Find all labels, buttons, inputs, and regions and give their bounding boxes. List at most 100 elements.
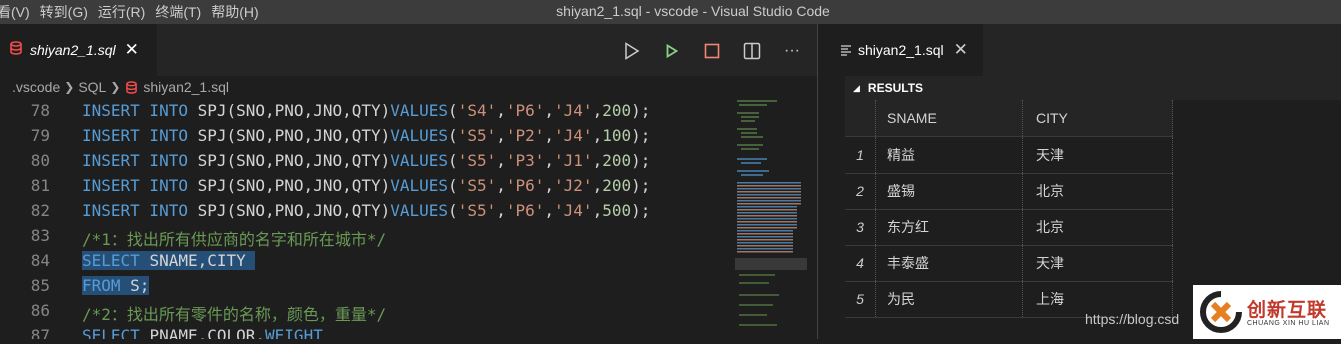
breadcrumb-file[interactable]: shiyan2_1.sql <box>143 79 229 95</box>
breadcrumb-vscode[interactable]: .vscode <box>12 79 60 95</box>
breadcrumb-sql[interactable]: SQL <box>78 79 106 95</box>
code-token: 200 <box>602 151 632 170</box>
run-query-icon[interactable] <box>652 40 692 62</box>
code-token: VALUES <box>390 126 449 145</box>
cell-city[interactable]: 天津 <box>1022 137 1173 173</box>
database-icon <box>126 80 138 94</box>
results-header-label: RESULTS <box>867 81 924 95</box>
code-token: 100 <box>602 126 632 145</box>
code-text: /*1：找出所有供应商的名字和所在城市*/ <box>82 226 386 250</box>
minimap[interactable] <box>735 98 807 339</box>
code-token: INSERT INTO <box>82 176 198 195</box>
code-line[interactable]: 78 INSERT INTO SPJ(SNO,PNO,JNO,QTY)VALUES… <box>0 98 730 123</box>
code-token: , <box>496 201 506 220</box>
table-row[interactable]: 1 精益 天津 <box>845 137 1173 174</box>
code-token: S; <box>130 276 150 295</box>
column-header-city[interactable]: CITY <box>1022 100 1173 136</box>
code-token: 'S5' <box>457 176 497 195</box>
close-icon[interactable]: ✕ <box>954 40 968 60</box>
code-token: ); <box>631 151 651 170</box>
run-outline-icon[interactable] <box>612 40 652 62</box>
cell-city[interactable]: 北京 <box>1022 173 1173 209</box>
code-line[interactable]: 87 SELECT PNAME,COLOR,WEIGHT <box>0 323 730 339</box>
line-number: 84 <box>30 251 50 270</box>
editor-tab-label: shiyan2_1.sql <box>30 42 116 58</box>
cell-sname[interactable]: 盛锡 <box>875 173 1022 209</box>
line-number: 83 <box>30 226 50 245</box>
code-line[interactable]: 80 INSERT INTO SPJ(SNO,PNO,JNO,QTY)VALUES… <box>0 148 730 173</box>
code-token: ( <box>448 176 458 195</box>
code-line[interactable]: 83 /*1：找出所有供应商的名字和所在城市*/ <box>0 223 730 250</box>
code-line[interactable]: 85 FROM S; <box>0 273 730 298</box>
line-number: 82 <box>30 201 50 220</box>
code-editor[interactable]: 78 INSERT INTO SPJ(SNO,PNO,JNO,QTY)VALUES… <box>0 98 730 339</box>
code-token: ( <box>448 201 458 220</box>
cell-sname[interactable]: 丰泰盛 <box>875 245 1022 281</box>
code-token: WEIGHT <box>265 326 323 339</box>
stop-icon[interactable] <box>692 40 732 62</box>
code-token: 'S5' <box>457 151 497 170</box>
code-token: VALUES <box>390 201 449 220</box>
watermark-logo: 创新互联 CHUANG XIN HU LIAN <box>1193 285 1341 339</box>
code-token: VALUES <box>390 101 449 120</box>
editor-tab-active[interactable]: shiyan2_1.sql ✕ <box>0 24 157 76</box>
code-token: ); <box>631 126 651 145</box>
chevron-right-icon: ❯ <box>110 80 121 94</box>
code-text: INSERT INTO SPJ(SNO,PNO,JNO,QTY)VALUES('… <box>82 151 650 170</box>
code-token: 200 <box>602 101 632 120</box>
results-tab-label: shiyan2_1.sql <box>858 42 944 58</box>
code-line[interactable]: 81 INSERT INTO SPJ(SNO,PNO,JNO,QTY)VALUES… <box>0 173 730 198</box>
code-line[interactable]: 84 SELECT SNAME,CITY <box>0 248 730 273</box>
cell-sname[interactable]: 精益 <box>875 137 1022 173</box>
code-token: SPJ(SNO,PNO,JNO,QTY) <box>197 126 391 145</box>
table-row[interactable]: 4 丰泰盛 天津 <box>845 245 1173 282</box>
code-token: , <box>496 176 506 195</box>
code-text: /*2：找出所有零件的名称，颜色，重量*/ <box>82 301 386 325</box>
line-number: 86 <box>30 301 50 320</box>
results-section-header[interactable]: ◢ RESULTS <box>845 76 1341 100</box>
line-number: 78 <box>30 101 50 120</box>
code-token: VALUES <box>390 176 449 195</box>
more-actions-icon[interactable]: ··· <box>772 40 812 62</box>
title-bar: 看(V) 转到(G) 运行(R) 终端(T) 帮助(H) shiyan2_1.s… <box>0 0 1341 24</box>
line-number: 85 <box>30 276 50 295</box>
code-token: 'P2' <box>505 126 545 145</box>
code-token: SPJ(SNO,PNO,JNO,QTY) <box>197 101 391 120</box>
table-row[interactable]: 2 盛锡 北京 <box>845 173 1173 210</box>
code-text: SELECT SNAME,CITY <box>82 251 256 270</box>
cell-city[interactable]: 天津 <box>1022 245 1173 281</box>
close-icon[interactable]: ✕ <box>125 40 139 60</box>
window-title: shiyan2_1.sql - vscode - Visual Studio C… <box>556 3 830 19</box>
code-token: 'J4' <box>554 101 593 120</box>
code-token: SPJ(SNO,PNO,JNO,QTY) <box>197 176 391 195</box>
results-tab[interactable]: shiyan2_1.sql ✕ <box>818 24 983 76</box>
collapse-triangle-icon[interactable]: ◢ <box>853 83 860 94</box>
code-token: , <box>544 126 555 145</box>
code-text: SELECT PNAME,COLOR,WEIGHT <box>82 326 323 339</box>
code-token: ( <box>448 126 458 145</box>
results-header-row: SNAME CITY <box>845 100 1173 137</box>
cell-sname[interactable]: 为民 <box>875 281 1022 317</box>
code-token: 'S5' <box>457 201 497 220</box>
code-token: INSERT INTO <box>82 201 198 220</box>
column-header-sname[interactable]: SNAME <box>875 100 1022 136</box>
brand-logo-icon <box>1200 291 1242 333</box>
code-line[interactable]: 82 INSERT INTO SPJ(SNO,PNO,JNO,QTY)VALUES… <box>0 198 730 223</box>
row-number: 5 <box>856 291 864 307</box>
split-editor-icon[interactable] <box>732 40 772 62</box>
code-token: /*1：找出所有供应商的名字和所在城市*/ <box>82 230 387 249</box>
code-text: INSERT INTO SPJ(SNO,PNO,JNO,QTY)VALUES('… <box>82 176 650 195</box>
code-token: 'J2' <box>554 176 593 195</box>
line-number: 81 <box>30 176 50 195</box>
breadcrumb: .vscode ❯ SQL ❯ shiyan2_1.sql <box>0 76 817 98</box>
code-token: INSERT INTO <box>82 101 198 120</box>
table-row[interactable]: 3 东方红 北京 <box>845 209 1173 246</box>
cell-sname[interactable]: 东方红 <box>875 209 1022 245</box>
code-line[interactable]: 86 /*2：找出所有零件的名称，颜色，重量*/ <box>0 298 730 325</box>
code-line[interactable]: 79 INSERT INTO SPJ(SNO,PNO,JNO,QTY)VALUES… <box>0 123 730 148</box>
code-token: 200 <box>602 176 632 195</box>
code-token: , <box>592 151 603 170</box>
line-number: 80 <box>30 151 50 170</box>
code-token: VALUES <box>390 151 449 170</box>
cell-city[interactable]: 北京 <box>1022 209 1173 245</box>
